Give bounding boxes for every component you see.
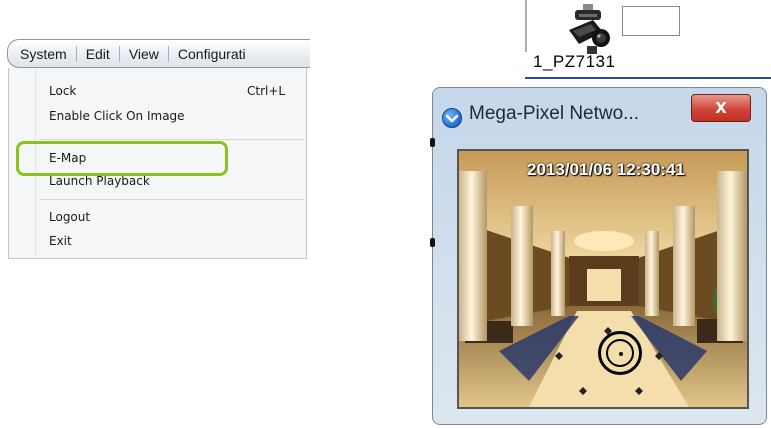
menu-item-logout[interactable]: Logout <box>49 207 90 227</box>
hotel-lobby-image <box>459 151 747 407</box>
resize-handle-icon[interactable] <box>430 138 435 147</box>
menu-edit[interactable]: Edit <box>77 46 119 62</box>
menu-item-emap[interactable]: E-Map <box>49 148 86 168</box>
camera-live-view[interactable]: 2013/01/06 12:30:41 <box>457 149 749 409</box>
camera-popup-window: Mega-Pixel Netwo... X 2013/01/06 12:30:4… <box>430 87 767 425</box>
system-dropdown-menu: Lock Ctrl+L Enable Click On Image E-Map … <box>8 68 307 259</box>
click-target-inner-ring <box>606 339 634 367</box>
menu-divider <box>39 199 304 200</box>
click-target-dot <box>619 352 623 356</box>
device-node[interactable]: 1_PZ7131 <box>525 0 771 80</box>
menu-item-lock-shortcut: Ctrl+L <box>247 84 286 98</box>
device-underline <box>525 77 771 79</box>
resize-handle-icon[interactable] <box>430 238 435 247</box>
app-icon <box>442 108 462 128</box>
menu-bar: System Edit View Configurati <box>7 39 310 68</box>
tree-connector-line <box>525 0 527 52</box>
device-placeholder-box <box>622 6 680 36</box>
menu-item-launch-playback[interactable]: Launch Playback <box>49 171 150 191</box>
window-title: Mega-Pixel Netwo... <box>469 103 640 124</box>
close-button[interactable]: X <box>691 94 751 122</box>
menu-screenshot: System Edit View Configurati Lock Ctrl+L… <box>7 39 310 259</box>
menu-configuration[interactable]: Configurati <box>169 46 255 62</box>
menu-divider <box>39 139 304 140</box>
camera-timestamp: 2013/01/06 12:30:41 <box>527 160 685 179</box>
menu-item-enable-click-on-image[interactable]: Enable Click On Image <box>49 106 185 126</box>
ptz-camera-icon[interactable] <box>563 4 613 56</box>
menu-system[interactable]: System <box>20 46 76 62</box>
click-target-icon <box>598 331 642 375</box>
menu-view[interactable]: View <box>120 46 168 62</box>
menu-item-lock[interactable]: Lock <box>49 81 76 101</box>
menu-item-exit[interactable]: Exit <box>49 231 72 251</box>
device-label: 1_PZ7131 <box>533 52 616 71</box>
